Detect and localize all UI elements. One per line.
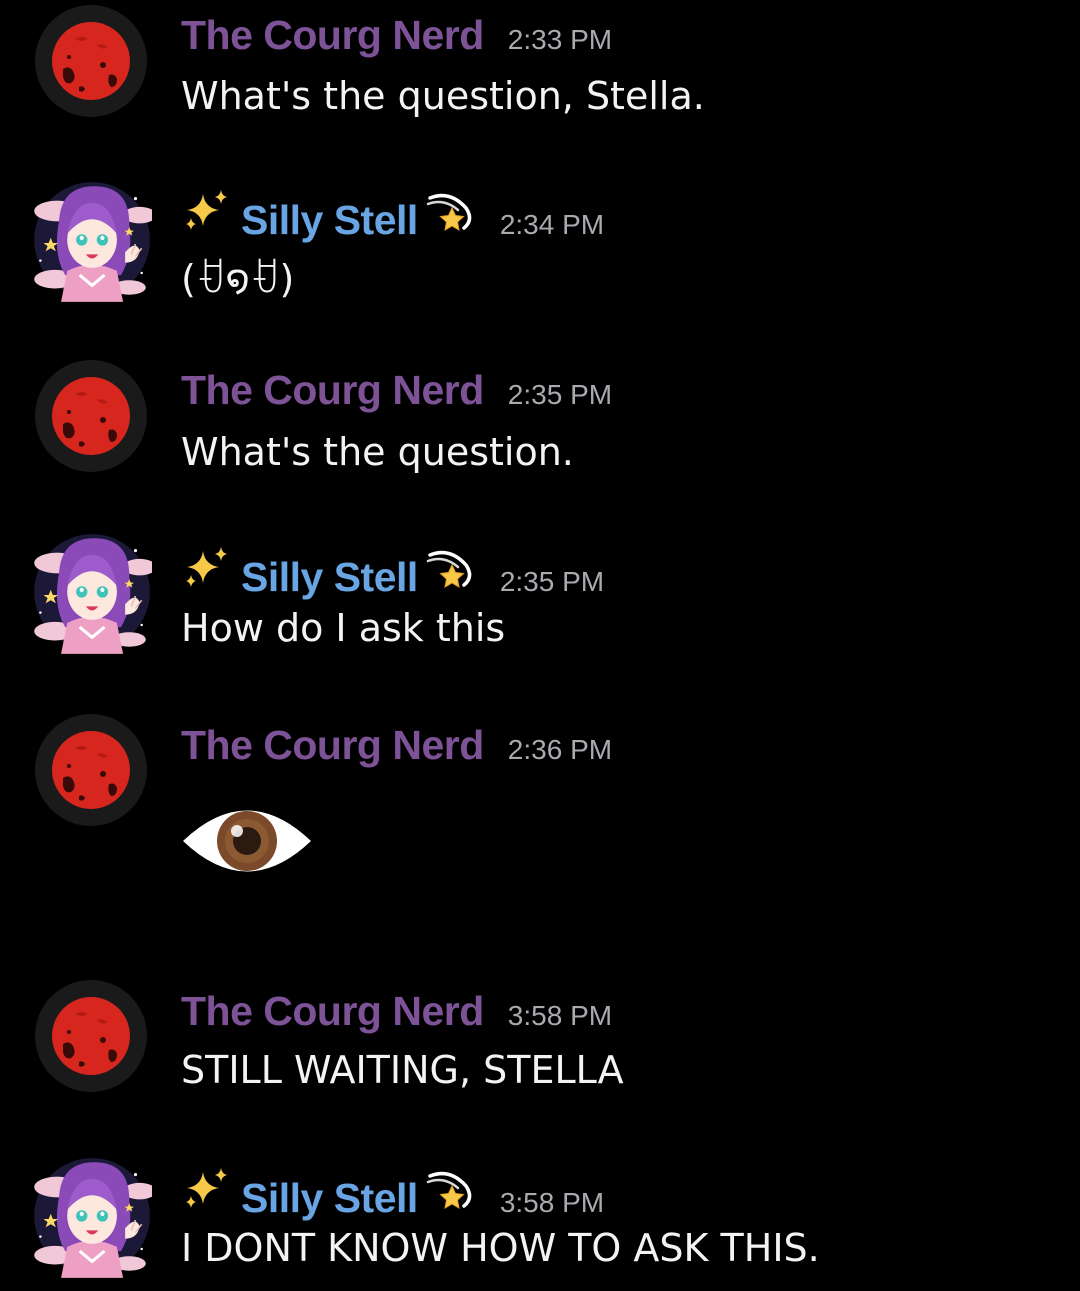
anime-girl-avatar[interactable] bbox=[28, 532, 152, 656]
timestamp: 2:36 PM bbox=[507, 734, 613, 765]
username[interactable]: The Courg Nerd bbox=[181, 12, 484, 59]
red-moon-avatar[interactable] bbox=[35, 5, 147, 117]
sparkles-icon bbox=[181, 188, 231, 234]
dizzy-star-icon bbox=[426, 1166, 476, 1212]
timestamp: 3:58 PM bbox=[507, 1000, 613, 1031]
timestamp: 2:34 PM bbox=[499, 209, 605, 240]
message-text: What's the question, Stella. bbox=[181, 74, 705, 118]
message-header: Silly Stell 2:34 PM bbox=[181, 188, 604, 244]
message-text: What's the question. bbox=[181, 430, 574, 474]
dizzy-star-icon bbox=[426, 545, 476, 591]
message-header: The Courg Nerd 2:36 PM bbox=[181, 722, 612, 769]
anime-girl-avatar[interactable] bbox=[28, 1156, 152, 1280]
message-header: The Courg Nerd 3:58 PM bbox=[181, 988, 612, 1035]
red-moon-avatar[interactable] bbox=[35, 360, 147, 472]
username[interactable]: Silly Stell bbox=[241, 197, 418, 244]
username[interactable]: The Courg Nerd bbox=[181, 722, 484, 769]
username[interactable]: Silly Stell bbox=[241, 554, 418, 601]
red-moon-avatar[interactable] bbox=[35, 980, 147, 1092]
eye-emoji bbox=[181, 798, 313, 884]
timestamp: 2:35 PM bbox=[499, 566, 605, 597]
message-header: The Courg Nerd 2:35 PM bbox=[181, 367, 612, 414]
message-header: Silly Stell 3:58 PM bbox=[181, 1166, 604, 1222]
message-header: The Courg Nerd 2:33 PM bbox=[181, 12, 612, 59]
sparkles-icon bbox=[181, 545, 231, 591]
anime-girl-avatar[interactable] bbox=[28, 180, 152, 304]
timestamp: 2:33 PM bbox=[507, 24, 613, 55]
message-text: How do I ask this bbox=[181, 606, 506, 650]
username[interactable]: The Courg Nerd bbox=[181, 367, 484, 414]
message-header: Silly Stell 2:35 PM bbox=[181, 545, 604, 601]
username[interactable]: The Courg Nerd bbox=[181, 988, 484, 1035]
message-text: I DONT KNOW HOW TO ASK THIS. bbox=[181, 1226, 820, 1270]
red-moon-avatar[interactable] bbox=[35, 714, 147, 826]
username[interactable]: Silly Stell bbox=[241, 1175, 418, 1222]
dizzy-star-icon bbox=[426, 188, 476, 234]
timestamp: 3:58 PM bbox=[499, 1187, 605, 1218]
message-text: STILL WAITING, STELLA bbox=[181, 1048, 624, 1092]
timestamp: 2:35 PM bbox=[507, 379, 613, 410]
message-text: (ꀀ໑ꀀ) bbox=[181, 257, 295, 301]
sparkles-icon bbox=[181, 1166, 231, 1212]
